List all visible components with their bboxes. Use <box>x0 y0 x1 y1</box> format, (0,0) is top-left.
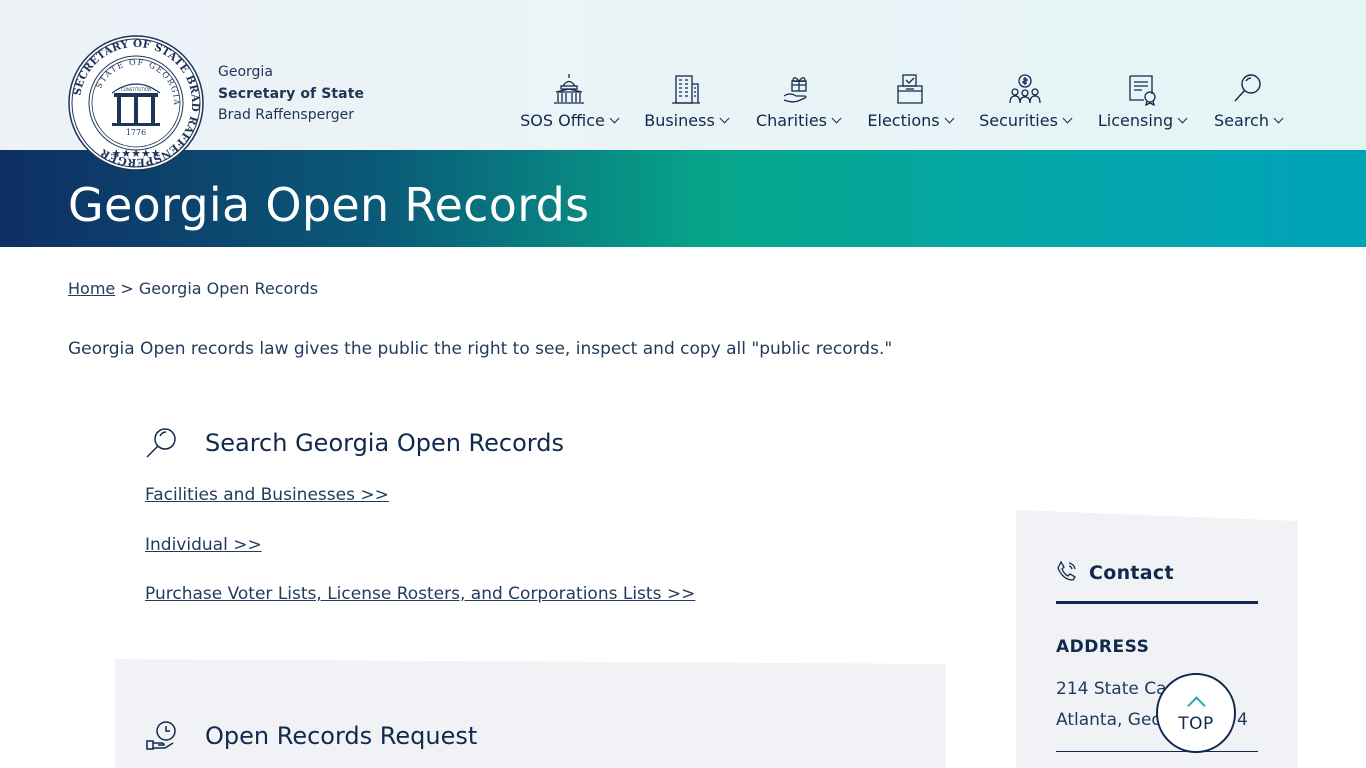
request-section-title: Open Records Request <box>205 722 478 750</box>
certificate-icon <box>1129 75 1156 106</box>
svg-text:1776: 1776 <box>126 128 146 137</box>
breadcrumb-home-link[interactable]: Home <box>68 279 115 298</box>
chevron-down-icon <box>831 113 842 124</box>
search-section-title: Search Georgia Open Records <box>205 429 564 457</box>
address-line-2-tail: 4 <box>1237 710 1248 730</box>
phone-icon <box>1057 560 1076 581</box>
main-nav: SOS Office Business Charities Elections … <box>0 72 1366 142</box>
link-purchase-lists[interactable]: Purchase Voter Lists, License Rosters, a… <box>145 584 695 604</box>
breadcrumb-separator: > <box>115 279 139 298</box>
nav-label-search: Search <box>1214 111 1269 130</box>
clock-hand-icon <box>146 721 176 750</box>
page-banner: Georgia Open Records <box>0 150 1366 247</box>
nav-label-licensing: Licensing <box>1097 111 1174 130</box>
search-icon <box>1234 74 1261 102</box>
chevron-down-icon <box>1273 113 1284 124</box>
people-money-icon <box>1009 74 1041 104</box>
intro-text: Georgia Open records law gives the publi… <box>68 339 893 359</box>
nav-label-sos-office: SOS Office <box>520 111 605 130</box>
address-divider <box>1056 751 1258 752</box>
svg-text:CONSTITUTION: CONSTITUTION <box>121 87 151 92</box>
georgia-seal-logo[interactable]: SECRETARY OF STATE BRAD RAFFENSPERGER ST… <box>68 35 204 171</box>
nav-item-securities[interactable]: Securities <box>978 72 1073 138</box>
ballot-box-icon <box>897 74 923 104</box>
nav-item-elections[interactable]: Elections <box>866 72 955 138</box>
search-icon <box>146 428 176 458</box>
gift-hand-icon <box>783 77 807 103</box>
building-icon <box>672 75 700 104</box>
chevron-down-icon <box>719 113 730 124</box>
nav-item-business[interactable]: Business <box>643 72 730 138</box>
address-line-2: Atlanta, Geo <box>1056 710 1162 730</box>
nav-item-sos-office[interactable]: SOS Office <box>520 72 620 138</box>
link-facilities-businesses[interactable]: Facilities and Businesses >> <box>145 485 389 505</box>
svg-text:★★★★★: ★★★★★ <box>111 147 160 160</box>
nav-item-search[interactable]: Search <box>1211 72 1285 138</box>
nav-label-elections: Elections <box>867 111 940 130</box>
contact-title: Contact <box>1089 562 1174 584</box>
back-to-top-button[interactable]: TOP <box>1156 673 1236 753</box>
nav-item-licensing[interactable]: Licensing <box>1096 72 1188 138</box>
breadcrumb-current: Georgia Open Records <box>138 279 319 298</box>
nav-label-securities: Securities <box>979 111 1058 130</box>
link-individual[interactable]: Individual >> <box>145 535 262 555</box>
search-section-heading: Search Georgia Open Records <box>145 426 564 460</box>
chevron-down-icon <box>1177 113 1188 124</box>
nav-label-business: Business <box>644 111 715 130</box>
address-line-1: 214 State Ca <box>1056 679 1167 699</box>
site-header: SECRETARY OF STATE BRAD RAFFENSPERGER ST… <box>0 0 1366 171</box>
nav-label-charities: Charities <box>755 111 828 130</box>
capitol-icon <box>554 74 584 104</box>
chevron-down-icon <box>1062 113 1073 124</box>
request-section-heading: Open Records Request <box>145 719 477 753</box>
address-label: ADDRESS <box>1056 637 1150 657</box>
nav-item-charities[interactable]: Charities <box>754 72 842 138</box>
chevron-up-icon <box>1186 695 1206 715</box>
chevron-down-icon <box>944 113 955 124</box>
page-title: Georgia Open Records <box>68 178 590 232</box>
contact-heading: Contact <box>1056 560 1258 604</box>
back-to-top-label: TOP <box>1178 713 1214 734</box>
breadcrumb: Home > Georgia Open Records <box>68 279 318 298</box>
chevron-down-icon <box>609 113 620 124</box>
